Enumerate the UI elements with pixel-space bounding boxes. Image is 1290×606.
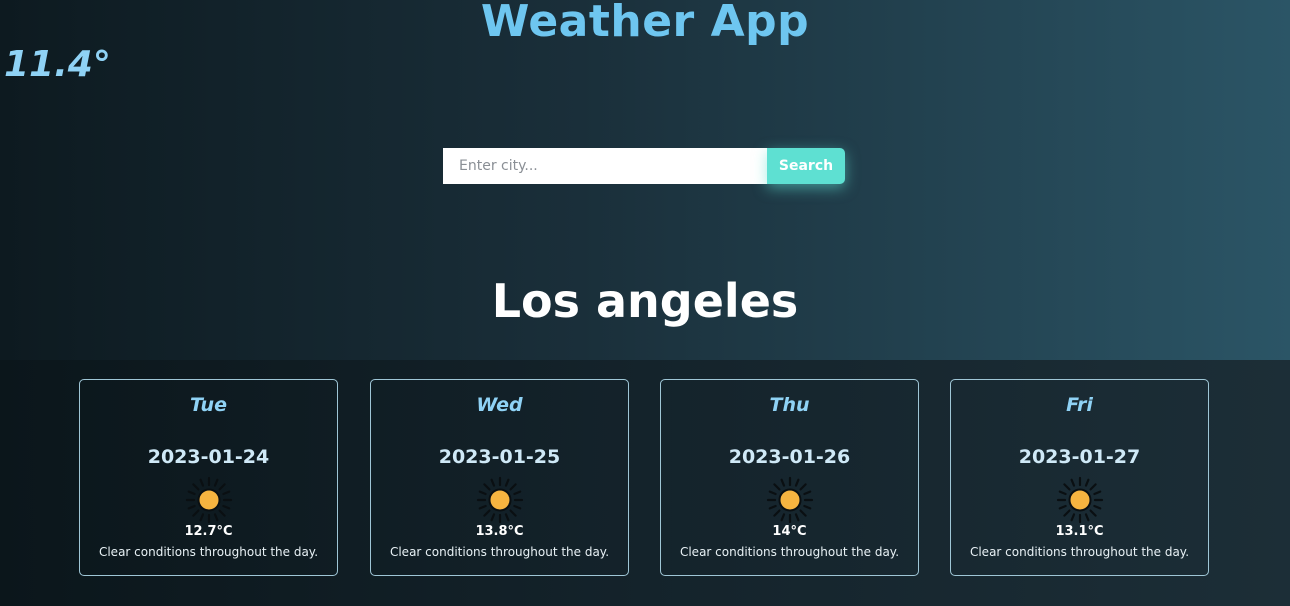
- forecast-temperature: 14°C: [772, 524, 807, 539]
- sun-icon: [185, 476, 232, 524]
- search-button[interactable]: Search: [767, 148, 845, 184]
- forecast-date: 2023-01-27: [1018, 446, 1141, 468]
- sun-icon: [1056, 476, 1103, 524]
- forecast-section: Tue 2023-01-24 12.7°C Clear conditions t…: [0, 360, 1290, 606]
- app-title: Weather App: [480, 0, 810, 47]
- forecast-card: Thu 2023-01-26 14°C Clear conditions thr…: [660, 379, 919, 576]
- forecast-description: Clear conditions throughout the day.: [389, 545, 610, 559]
- forecast-date: 2023-01-26: [728, 446, 851, 468]
- forecast-day: Wed: [476, 394, 523, 416]
- sun-icon: [476, 476, 523, 524]
- forecast-description: Clear conditions throughout the day.: [969, 545, 1190, 559]
- current-temperature: 11.4°: [4, 44, 111, 85]
- forecast-day: Thu: [769, 394, 810, 416]
- city-name: Los angeles: [491, 274, 799, 328]
- forecast-temperature: 13.8°C: [475, 524, 524, 539]
- forecast-date: 2023-01-25: [438, 446, 561, 468]
- header-section: Weather App 11.4° Search Los angeles: [0, 0, 1290, 360]
- search-bar: Search: [443, 148, 845, 184]
- forecast-date: 2023-01-24: [147, 446, 270, 468]
- city-search-input[interactable]: [443, 148, 767, 184]
- forecast-day: Fri: [1066, 394, 1093, 416]
- forecast-description: Clear conditions throughout the day.: [98, 545, 319, 559]
- forecast-card: Fri 2023-01-27 13.1°C Clear conditions t…: [950, 379, 1209, 576]
- forecast-card: Tue 2023-01-24 12.7°C Clear conditions t…: [79, 379, 338, 576]
- forecast-card: Wed 2023-01-25 13.8°C Clear conditions t…: [370, 379, 629, 576]
- forecast-temperature: 13.1°C: [1055, 524, 1104, 539]
- forecast-description: Clear conditions throughout the day.: [679, 545, 900, 559]
- forecast-temperature: 12.7°C: [184, 524, 233, 539]
- forecast-day: Tue: [190, 394, 227, 416]
- sun-icon: [766, 476, 813, 524]
